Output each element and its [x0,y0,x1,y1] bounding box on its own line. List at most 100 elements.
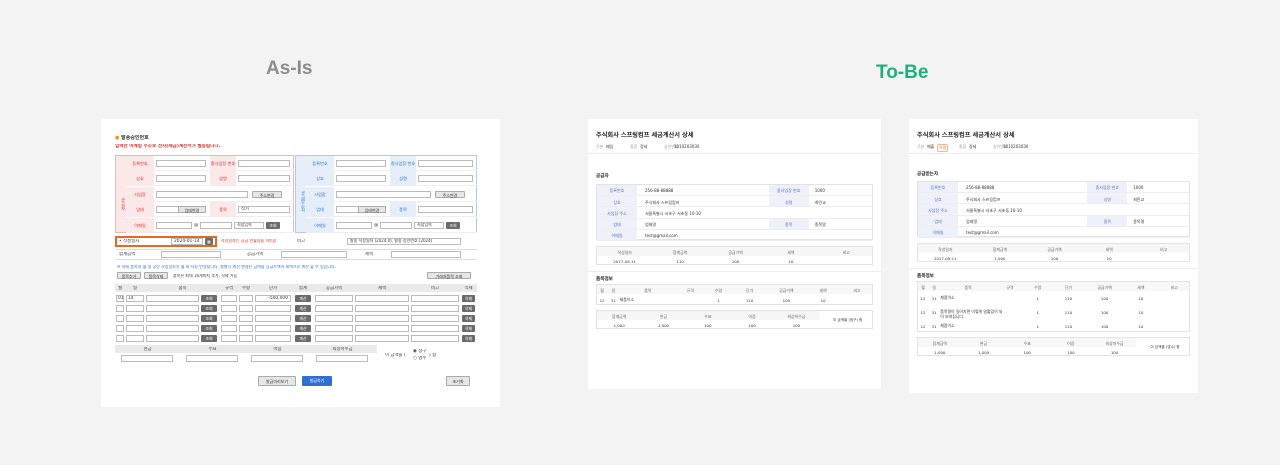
supplier-input-email-id[interactable] [156,221,192,229]
buyer-input-addr[interactable] [336,190,431,198]
grid-cell[interactable] [255,315,291,322]
supplier-input-reg_no[interactable] [156,160,206,167]
grid-cell[interactable] [221,325,237,332]
trade-lookup-button[interactable]: 거래처품목 조회 [427,272,471,279]
grid-cell[interactable] [411,325,459,332]
buyer-input-item[interactable] [418,206,473,214]
grid-cell[interactable] [221,295,237,302]
grid-cell[interactable] [239,295,253,302]
grid-cell[interactable]: -500,000 [255,295,291,302]
buyer-email-lookup-button[interactable]: 조회 [446,221,460,229]
grid-cell[interactable] [221,305,237,312]
write-date-input[interactable]: 2024-01-14 [171,238,203,245]
supply-input[interactable] [281,251,347,258]
grid-cell[interactable] [116,325,124,332]
grid-cell[interactable] [239,305,253,312]
supplier-email-select[interactable]: 직접입력 [234,221,264,229]
supplier-input-name[interactable] [156,175,206,183]
grid-cell[interactable] [315,315,353,322]
grid-delete-button[interactable]: 삭제 [462,305,475,312]
grid-lookup-button[interactable]: 조회 [201,325,217,332]
grid-cell[interactable] [116,335,124,342]
grid-cell[interactable] [126,315,144,322]
supplier-input-item[interactable]: 작가 [238,206,290,214]
tax-input[interactable] [391,251,461,258]
buyer-input-reg_no[interactable] [336,160,386,167]
delete-item-button[interactable]: 품목삭제 [144,272,168,279]
grid-delete-button[interactable]: 삭제 [462,325,475,332]
grid-cell[interactable] [255,335,291,342]
payment-input-3[interactable] [316,355,368,362]
sum-input[interactable] [161,251,221,258]
grid-cell[interactable] [146,295,199,302]
grid-cell[interactable]: 01 [116,295,124,302]
grid-cell[interactable] [146,315,199,322]
supplier-address-button[interactable]: 주소변경 [252,190,282,198]
grid-calc-button[interactable]: 계산 [295,305,311,312]
supplier-biz-change-button[interactable]: 업태변경 [178,206,206,214]
grid-cell[interactable] [355,315,409,322]
grid-cell[interactable] [355,335,409,342]
grid-cell[interactable] [411,335,459,342]
supplier-input-email-domain[interactable] [200,221,232,229]
grid-cell[interactable] [239,325,253,332]
preview-button[interactable]: 발급미리보기 [258,376,296,386]
grid-cell[interactable] [355,305,409,312]
grid-cell[interactable] [315,305,353,312]
buyer-input-email-domain[interactable] [380,221,412,229]
grid-cell[interactable] [146,305,199,312]
issue-button[interactable]: 발급하기 [302,376,332,386]
grid-lookup-button[interactable]: 조회 [201,295,217,302]
supplier-input-sub_no[interactable] [238,160,290,167]
grid-delete-button[interactable]: 삭제 [462,335,475,342]
reset-button[interactable]: 초기화 [446,376,470,386]
grid-cell[interactable] [221,315,237,322]
grid-cell[interactable]: 14 [126,295,144,302]
grid-cell[interactable] [146,325,199,332]
grid-cell[interactable] [255,325,291,332]
buyer-email-select[interactable]: 직접입력 [414,221,444,229]
grid-delete-button[interactable]: 삭제 [462,295,475,302]
buyer-input-name[interactable] [336,175,386,183]
grid-cell[interactable] [126,305,144,312]
grid-cell[interactable] [126,335,144,342]
supplier-input-rep[interactable] [238,175,290,183]
buyer-input-email-id[interactable] [336,221,372,229]
grid-cell[interactable] [315,295,353,302]
grid-delete-button[interactable]: 삭제 [462,315,475,322]
payment-input-2[interactable] [251,355,303,362]
grid-lookup-button[interactable]: 조회 [201,315,217,322]
grid-calc-button[interactable]: 계산 [295,315,311,322]
grid-calc-button[interactable]: 계산 [295,335,311,342]
add-item-button[interactable]: 품목추가 [117,272,141,279]
grid-cell[interactable] [116,305,124,312]
buyer-input-sub_no[interactable] [418,160,473,167]
buyer-address-button[interactable]: 주소변경 [435,190,465,198]
grid-cell[interactable] [255,305,291,312]
payment-receipt-option[interactable]: ○ 영수 [413,356,426,361]
buyer-input-rep[interactable] [418,175,473,183]
buyer-biz-change-button[interactable]: 업태변경 [358,206,386,214]
grid-lookup-button[interactable]: 조회 [201,335,217,342]
grid-cell[interactable] [126,325,144,332]
grid-cell[interactable] [239,315,253,322]
grid-cell[interactable] [411,295,459,302]
payment-input-0[interactable] [121,355,173,362]
payment-input-1[interactable] [186,355,238,362]
grid-cell[interactable] [221,335,237,342]
grid-lookup-button[interactable]: 조회 [201,305,217,312]
grid-cell[interactable] [146,335,199,342]
grid-calc-button[interactable]: 계산 [295,325,311,332]
supplier-email-lookup-button[interactable]: 조회 [266,221,280,229]
calendar-button[interactable]: ▦ [205,238,213,245]
grid-cell[interactable] [315,325,353,332]
grid-cell[interactable] [411,315,459,322]
grid-cell[interactable] [411,305,459,312]
remark-input[interactable]: 발송 작성일자 (2024.0), 발송 승인번호 (2024) [347,238,461,245]
supplier-input-addr[interactable] [156,190,248,198]
grid-cell[interactable] [239,335,253,342]
grid-cell[interactable] [355,295,409,302]
grid-cell[interactable] [116,315,124,322]
grid-cell[interactable] [355,325,409,332]
payment-claim-option[interactable]: ◉ 청구 [413,349,426,354]
